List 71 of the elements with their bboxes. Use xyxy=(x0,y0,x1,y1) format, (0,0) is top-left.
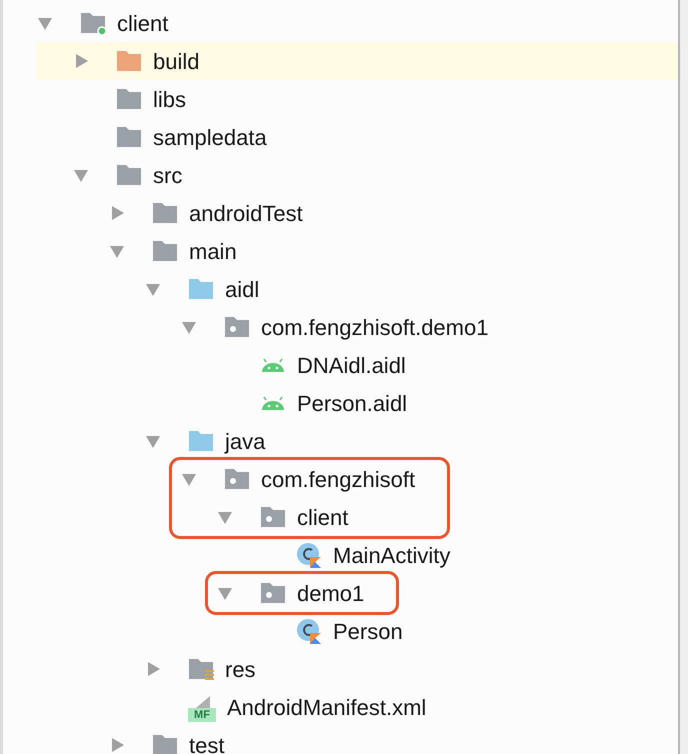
folder-icon xyxy=(116,124,142,150)
collapse-arrow-icon[interactable] xyxy=(37,15,53,31)
tree-row[interactable]: MainActivity xyxy=(36,536,678,574)
tree-row[interactable]: client xyxy=(36,4,678,42)
folder-icon xyxy=(116,162,142,188)
tree-label: DNAidl.aidl xyxy=(297,352,407,380)
tree-row[interactable]: java xyxy=(36,422,678,460)
module-folder-icon xyxy=(80,10,106,36)
tree-label: androidTest xyxy=(189,200,304,228)
tree-label: main xyxy=(189,238,238,266)
collapse-arrow-icon[interactable] xyxy=(181,319,197,335)
collapse-arrow-icon[interactable] xyxy=(217,509,233,525)
expand-arrow-icon[interactable] xyxy=(145,661,161,677)
tree-row[interactable]: com.fengzhisoft.demo1 xyxy=(36,308,678,346)
tree-row[interactable]: build xyxy=(36,42,678,80)
tree-row[interactable]: res xyxy=(36,650,678,688)
folder-icon xyxy=(152,732,178,754)
tree-row[interactable]: Person.aidl xyxy=(36,384,678,422)
folder-icon xyxy=(116,48,142,74)
tree-label: demo1 xyxy=(297,580,366,608)
folder-icon xyxy=(116,86,142,112)
tree-label: java xyxy=(225,428,266,456)
tree-label: sampledata xyxy=(153,124,268,152)
package-folder-icon xyxy=(224,314,250,340)
collapse-arrow-icon[interactable] xyxy=(217,585,233,601)
tree-row[interactable]: main xyxy=(36,232,678,270)
tree-row[interactable]: DNAidl.aidl xyxy=(36,346,678,384)
tree-label: com.fengzhisoft xyxy=(261,466,416,494)
tree-label: libs xyxy=(153,86,188,114)
scrollbar-track[interactable] xyxy=(678,0,688,754)
package-folder-icon xyxy=(260,580,286,606)
class-icon xyxy=(296,618,322,644)
tree-label: test xyxy=(189,732,226,754)
tree-row[interactable]: test xyxy=(36,726,678,754)
tree-row[interactable]: demo1 xyxy=(208,574,368,612)
tree-row[interactable]: Person xyxy=(36,612,678,650)
tree-label: build xyxy=(153,48,200,76)
tree-label: Person xyxy=(333,618,404,646)
tree-row[interactable]: com.fengzhisoft xyxy=(172,460,420,498)
class-icon xyxy=(296,542,322,568)
tree-label: src xyxy=(153,162,184,190)
collapse-arrow-icon[interactable] xyxy=(181,471,197,487)
tree-row[interactable]: client xyxy=(172,498,420,536)
collapse-arrow-icon[interactable] xyxy=(109,243,125,259)
expand-arrow-icon[interactable] xyxy=(109,737,125,753)
tree-label: AndroidManifest.xml xyxy=(227,694,428,722)
tree-label: client xyxy=(297,504,350,532)
tree-label: Person.aidl xyxy=(297,390,408,418)
package-folder-icon xyxy=(224,466,250,492)
tree-row[interactable]: src xyxy=(36,156,678,194)
expand-arrow-icon[interactable] xyxy=(73,53,89,69)
tree-row[interactable]: MF AndroidManifest.xml xyxy=(36,688,678,726)
expand-arrow-icon[interactable] xyxy=(109,205,125,221)
tree-row[interactable]: aidl xyxy=(36,270,678,308)
folder-icon xyxy=(152,238,178,264)
tree-label: aidl xyxy=(225,276,260,304)
collapse-arrow-icon[interactable] xyxy=(145,281,161,297)
folder-icon xyxy=(188,428,214,454)
package-folder-icon xyxy=(260,504,286,530)
collapse-arrow-icon[interactable] xyxy=(73,167,89,183)
tree-row[interactable]: androidTest xyxy=(36,194,678,232)
tree-label: MainActivity xyxy=(333,542,452,570)
tree-row[interactable]: sampledata xyxy=(36,118,678,156)
tree-label: com.fengzhisoft.demo1 xyxy=(261,314,490,342)
tree-row[interactable]: libs xyxy=(36,80,678,118)
folder-icon xyxy=(152,200,178,226)
folder-icon xyxy=(188,276,214,302)
collapse-arrow-icon[interactable] xyxy=(145,433,161,449)
tree-label: res xyxy=(225,656,257,684)
tree-label: client xyxy=(117,10,170,38)
resource-folder-icon xyxy=(188,656,214,682)
